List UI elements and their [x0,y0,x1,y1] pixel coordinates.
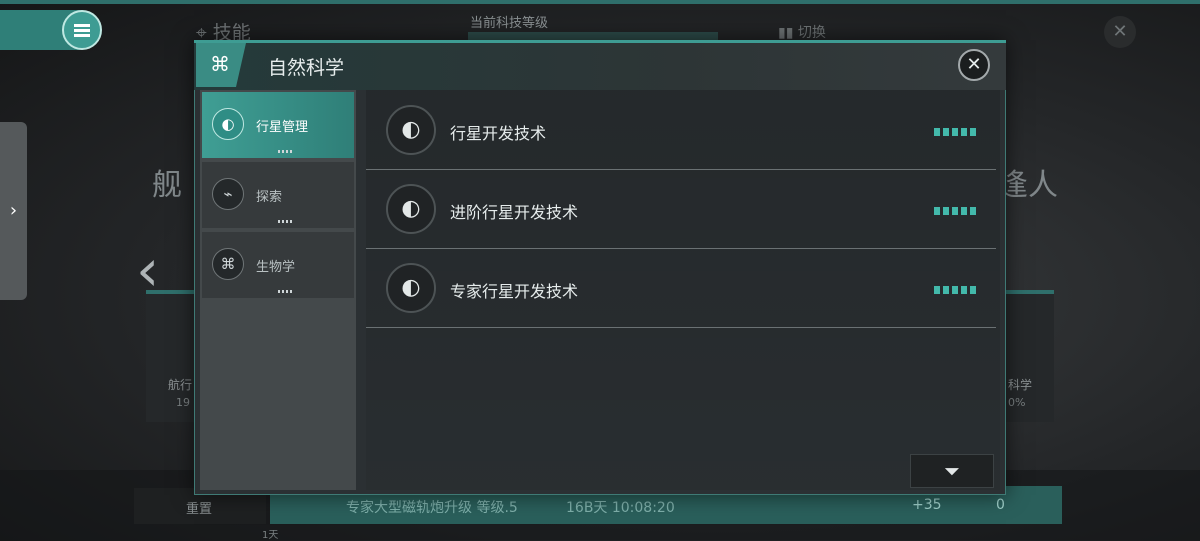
satellite-dish-icon: ⌁ [212,178,244,210]
bg-card-left-value: 19 [176,396,190,409]
bg-card-left [146,290,198,422]
level-pips [934,128,976,136]
bg-panel-text-right: 逢人 [998,168,1058,203]
page-dots [278,220,294,223]
page-dots [278,290,294,293]
menu-icon[interactable] [62,10,102,50]
level-pips [934,286,976,294]
planet-icon: ◐ [386,184,436,234]
planet-icon: ◐ [212,108,244,140]
sidebar-item-label: 生物学 [256,260,296,275]
side-expand-handle[interactable]: › [0,122,27,300]
bg-card-right-title: 科学 [1008,378,1033,392]
planet-icon: ◐ [386,263,436,313]
dna-icon: ⌘ [210,52,230,76]
bg-card-right [998,290,1054,422]
sidebar-item-label: 探索 [256,190,283,205]
level-pips [934,207,976,215]
planet-icon: ◐ [386,105,436,155]
page-dots [278,150,294,153]
filter-icon: ⏷ [944,459,960,483]
bg-panel-text-left: 舰 [152,168,182,203]
close-icon[interactable]: ✕ [958,49,990,81]
sidebar-item-planet-management[interactable]: ◐ 行星管理 [202,92,354,158]
dna-icon: ⌘ [212,248,244,280]
sidebar-item-label: 行星管理 [256,120,309,135]
sidebar-item-exploration[interactable]: ⌁ 探索 [202,162,354,228]
close-icon[interactable]: ✕ [1104,16,1136,48]
reset-label: 重置 [186,502,213,517]
tech-label: 进阶行星开发技术 [450,203,579,222]
filter-button[interactable]: ⏷ [910,454,994,488]
bg-card-right-value: 0% [1008,396,1026,409]
queue-tools: 0 [996,497,1005,513]
reset-sub-label: 1天 [262,530,279,541]
tech-row[interactable]: ◐ 行星开发技术 [366,92,996,170]
tech-row[interactable]: ◐ 专家行星开发技术 [366,250,996,328]
tech-label: 专家行星开发技术 [450,282,579,301]
queue-item-label: 专家大型磁轨炮升级 等级.5 [346,500,518,516]
tech-row[interactable]: ◐ 进阶行星开发技术 [366,171,996,249]
top-accent-bar [0,0,1200,4]
sidebar-item-biology[interactable]: ⌘ 生物学 [202,232,354,298]
queue-count: +35 [912,497,942,513]
tech-level-label: 当前科技等级 [470,16,549,31]
bg-card-left-title: 航行 [168,378,193,392]
queue-time: 16B天 10:08:20 [566,500,675,516]
tech-label: 行星开发技术 [450,124,547,143]
dialog-title: 自然科学 [268,57,345,79]
